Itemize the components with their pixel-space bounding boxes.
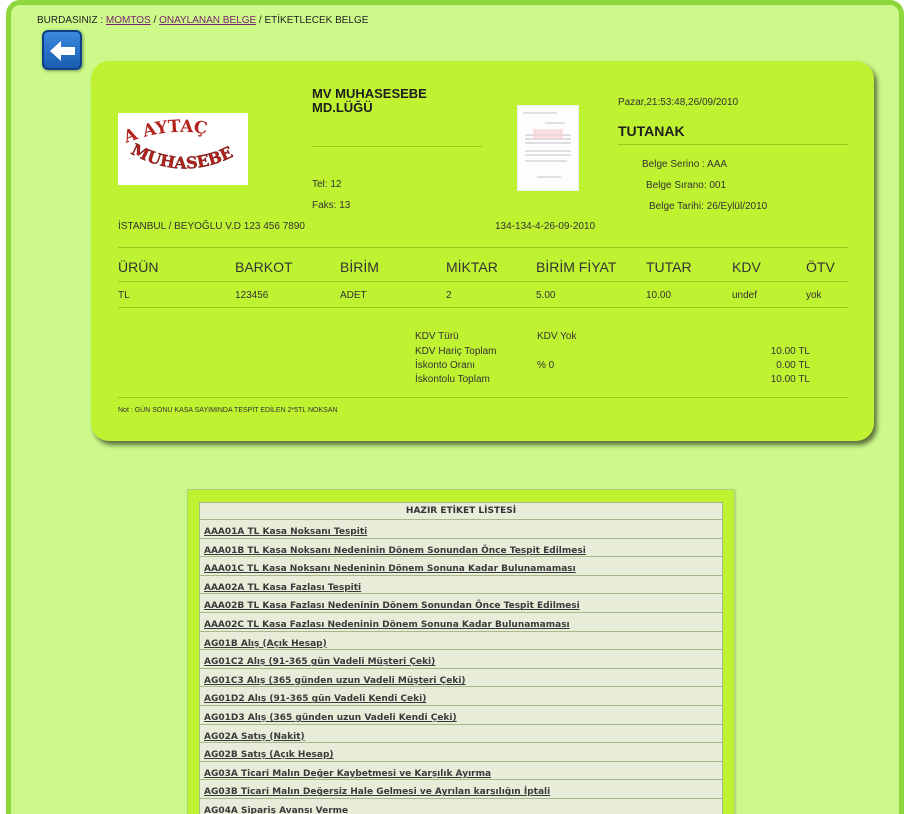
tel: Tel: 12 bbox=[312, 179, 342, 190]
header-birim-fiyat: BİRİM FİYAT bbox=[536, 259, 617, 275]
company-name: MV MUHASESEBE MD.LÜĞÜ bbox=[312, 87, 427, 115]
items-table-header: ÜRÜN BARKOT BİRİM MİKTAR BİRİM FİYAT TUT… bbox=[118, 256, 848, 278]
datetime: Pazar,21:53:48,26/09/2010 bbox=[618, 97, 739, 108]
header-kdv: KDV bbox=[732, 259, 761, 275]
header-otv: ÖTV bbox=[806, 259, 835, 275]
document-code: 134-134-4-26-09-2010 bbox=[495, 221, 596, 232]
header-miktar: MİKTAR bbox=[446, 259, 498, 275]
divider bbox=[118, 281, 848, 282]
etiket-link[interactable]: AG01C2 Alış (91-365 gün Vadeli Müşteri Ç… bbox=[204, 657, 435, 667]
list-item: AG04A Sipariş Avansı Verme bbox=[199, 798, 723, 814]
faks: Faks: 13 bbox=[312, 200, 351, 211]
list-item: AAA01C TL Kasa Noksanı Nedeninin Dönem S… bbox=[199, 557, 723, 576]
etiket-list-table: HAZIR ETİKET LİSTESİ AAA01A TL Kasa Noks… bbox=[199, 502, 723, 814]
divider bbox=[312, 146, 482, 147]
breadcrumb-prefix: BURDASINIZ : bbox=[37, 15, 106, 26]
list-item: AAA01B TL Kasa Noksanı Nedeninin Dönem S… bbox=[199, 538, 723, 558]
etiket-list-title: HAZIR ETİKET LİSTESİ bbox=[199, 502, 723, 520]
company-name-line1: MV MUHASESEBE bbox=[312, 86, 427, 101]
breadcrumb-current: ETİKETLECEK BELGE bbox=[264, 15, 369, 26]
belge-tarihi: Belge Tarihi: 26/Eylül/2010 bbox=[649, 201, 768, 212]
document-thumbnail[interactable] bbox=[516, 104, 580, 192]
iskonto-value: % 0 bbox=[537, 360, 555, 371]
list-item: AG02B Satış (Açık Hesap) bbox=[199, 743, 723, 762]
logo-text-top: A AYTAÇ bbox=[120, 117, 209, 148]
divider bbox=[118, 307, 848, 308]
etiket-link[interactable]: AAA02C TL Kasa Fazlası Nedeninin Dönem S… bbox=[204, 620, 570, 630]
cell-miktar: 2 bbox=[446, 290, 452, 301]
list-item: AG03B Ticari Malın Değersiz Hale Gelmesi… bbox=[199, 780, 723, 799]
etiket-link[interactable]: AG01D3 Alış (365 günden uzun Vadeli Kend… bbox=[204, 713, 457, 723]
logo-text-bottom: MUHASEBE bbox=[128, 140, 236, 173]
etiket-link[interactable]: AG01B Alış (Açık Hesap) bbox=[204, 639, 327, 649]
etiket-link[interactable]: AG02A Satış (Nakit) bbox=[204, 732, 305, 742]
svg-text:MUHASEBE: MUHASEBE bbox=[128, 140, 235, 173]
cell-otv: yok bbox=[806, 290, 822, 301]
etiket-link[interactable]: AAA01C TL Kasa Noksanı Nedeninin Dönem S… bbox=[204, 564, 576, 574]
iskonto-amount: 0.00 TL bbox=[776, 360, 810, 371]
divider bbox=[118, 397, 848, 398]
etiket-link[interactable]: AG03B Ticari Malın Değersiz Hale Gelmesi… bbox=[204, 787, 550, 797]
company-logo: A AYTAÇ MUHASEBE bbox=[118, 113, 248, 185]
header-barkot: BARKOT bbox=[235, 259, 293, 275]
back-button[interactable] bbox=[42, 30, 82, 70]
header-birim: BİRİM bbox=[340, 259, 379, 275]
list-item: AAA02C TL Kasa Fazlası Nedeninin Dönem S… bbox=[199, 612, 723, 632]
etiket-link[interactable]: AG03A Ticari Malın Değer Kaybetmesi ve K… bbox=[204, 769, 491, 779]
cell-birim-fiyat: 5.00 bbox=[536, 290, 556, 301]
list-item: AG01C3 Alış (365 günden uzun Vadeli Müşt… bbox=[199, 668, 723, 688]
list-item: AAA02A TL Kasa Fazlası Tespiti bbox=[199, 575, 723, 595]
svg-text:A AYTAÇ: A AYTAÇ bbox=[120, 117, 209, 148]
cell-birim: ADET bbox=[340, 290, 367, 301]
arrow-left-icon bbox=[50, 41, 75, 61]
header-urun: ÜRÜN bbox=[118, 259, 159, 275]
iskonto-label: İskonto Oranı bbox=[415, 360, 476, 371]
iskontolu-label: İskontolu Toplam bbox=[415, 374, 490, 385]
list-item: AAA01A TL Kasa Noksanı Tespiti bbox=[199, 520, 723, 539]
kdv-haric-label: KDV Hariç Toplam bbox=[415, 346, 497, 357]
kdv-turu-label: KDV Türü bbox=[415, 331, 459, 342]
company-name-line2: MD.LÜĞÜ bbox=[312, 100, 373, 115]
cell-barkot: 123456 bbox=[235, 290, 269, 301]
note: Not : GÜN SONU KASA SAYIMINDA TESPİT EDİ… bbox=[118, 407, 338, 414]
etiket-list-panel: HAZIR ETİKET LİSTESİ AAA01A TL Kasa Noks… bbox=[187, 489, 735, 814]
breadcrumb-separator: / bbox=[256, 15, 265, 26]
table-row: TL 123456 ADET 2 5.00 10.00 undef yok bbox=[118, 288, 848, 304]
list-item: AAA02B TL Kasa Fazlası Nedeninin Dönem S… bbox=[199, 594, 723, 613]
etiket-link[interactable]: AG04A Sipariş Avansı Verme bbox=[204, 806, 348, 814]
document-title: TUTANAK bbox=[618, 123, 685, 139]
list-item: AG01B Alış (Açık Hesap) bbox=[199, 631, 723, 651]
breadcrumb: BURDASINIZ : MOMTOS / ONAYLANAN BELGE / … bbox=[37, 15, 368, 26]
list-item: AG01D3 Alış (365 günden uzun Vadeli Kend… bbox=[199, 705, 723, 725]
cell-kdv: undef bbox=[732, 290, 758, 301]
breadcrumb-link-momtos[interactable]: MOMTOS bbox=[106, 15, 151, 26]
address: İSTANBUL / BEYOĞLU V.D 123 456 7890 bbox=[118, 221, 305, 232]
kdv-turu-value: KDV Yok bbox=[537, 331, 577, 342]
etiket-link[interactable]: AG01D2 Alış (91-365 gün Vadeli Kendi Çek… bbox=[204, 694, 426, 704]
document-card: A AYTAÇ MUHASEBE MV MUHASESEBE MD.LÜĞÜ T… bbox=[91, 61, 874, 441]
etiket-link[interactable]: AAA01A TL Kasa Noksanı Tespiti bbox=[204, 527, 367, 537]
cell-tutar: 10.00 bbox=[646, 290, 672, 301]
kdv-haric-value: 10.00 TL bbox=[770, 346, 810, 357]
belge-sirano: Belge Sırano: 001 bbox=[646, 180, 727, 191]
etiket-link[interactable]: AG01C3 Alış (365 günden uzun Vadeli Müşt… bbox=[204, 676, 466, 686]
list-item: AG02A Satış (Nakit) bbox=[199, 724, 723, 744]
cell-urun: TL bbox=[118, 290, 130, 301]
etiket-link[interactable]: AG02B Satış (Açık Hesap) bbox=[204, 750, 334, 760]
list-item: AG01C2 Alış (91-365 gün Vadeli Müşteri Ç… bbox=[199, 650, 723, 669]
divider bbox=[118, 247, 848, 248]
etiket-link[interactable]: AAA01B TL Kasa Noksanı Nedeninin Dönem S… bbox=[204, 546, 586, 556]
header-tutar: TUTAR bbox=[646, 259, 692, 275]
list-item: AG03A Ticari Malın Değer Kaybetmesi ve K… bbox=[199, 761, 723, 781]
divider bbox=[618, 144, 848, 145]
breadcrumb-link-onaylanan-belge[interactable]: ONAYLANAN BELGE bbox=[159, 15, 256, 26]
etiket-link[interactable]: AAA02B TL Kasa Fazlası Nedeninin Dönem S… bbox=[204, 601, 580, 611]
etiket-link[interactable]: AAA02A TL Kasa Fazlası Tespiti bbox=[204, 583, 361, 593]
breadcrumb-separator: / bbox=[150, 15, 160, 26]
belge-serino: Belge Serino : AAA bbox=[642, 159, 728, 170]
iskontolu-value: 10.00 TL bbox=[770, 374, 810, 385]
list-item: AG01D2 Alış (91-365 gün Vadeli Kendi Çek… bbox=[199, 687, 723, 706]
